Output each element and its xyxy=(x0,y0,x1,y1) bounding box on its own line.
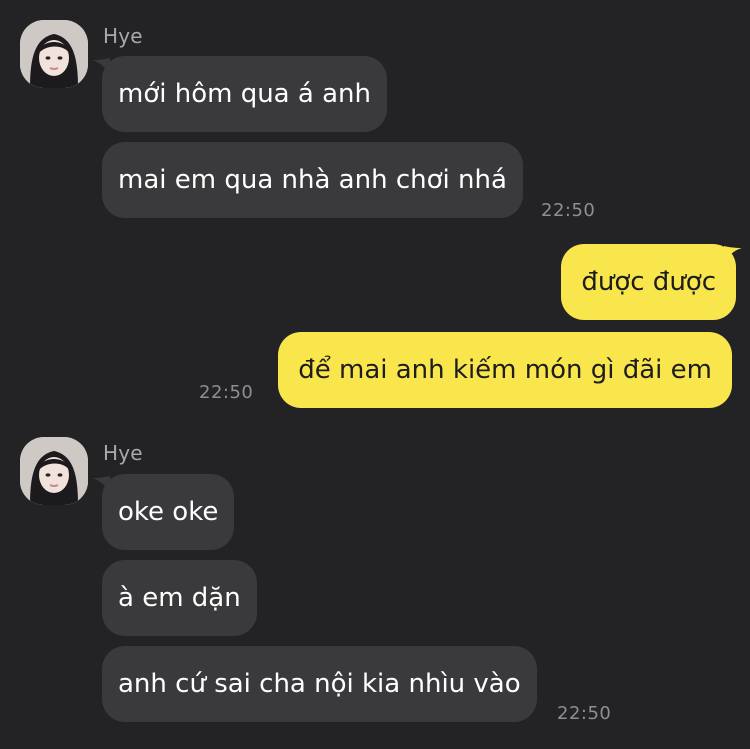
avatar-photo-icon xyxy=(20,437,88,505)
chat-thread: Hye mới hôm qua á anh mai em qua nhà anh… xyxy=(0,0,750,749)
message-timestamp: 22:50 xyxy=(557,703,612,724)
incoming-message[interactable]: mới hôm qua á anh xyxy=(102,56,387,132)
incoming-message[interactable]: mai em qua nhà anh chơi nhá xyxy=(102,142,523,218)
outgoing-message[interactable]: được được xyxy=(561,244,736,320)
incoming-message[interactable]: à em dặn xyxy=(102,560,257,636)
incoming-message[interactable]: anh cứ sai cha nội kia nhìu vào xyxy=(102,646,537,722)
sender-name: Hye xyxy=(103,441,143,465)
sender-avatar[interactable] xyxy=(20,437,88,505)
message-timestamp: 22:50 xyxy=(199,382,254,403)
avatar-photo-icon xyxy=(20,20,88,88)
sender-name: Hye xyxy=(103,24,143,48)
outgoing-message[interactable]: để mai anh kiếm món gì đãi em xyxy=(278,332,732,408)
message-timestamp: 22:50 xyxy=(541,200,596,221)
incoming-message[interactable]: oke oke xyxy=(102,474,235,550)
sender-avatar[interactable] xyxy=(20,20,88,88)
